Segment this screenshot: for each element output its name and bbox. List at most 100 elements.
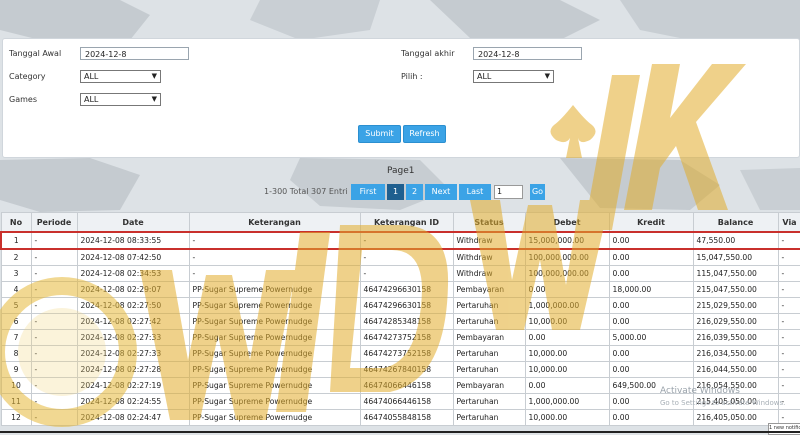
games-label: Games: [9, 95, 37, 104]
next-page-button[interactable]: Next: [425, 184, 457, 200]
cell-debet: 100,000,000.00: [524, 248, 610, 266]
cell-balance: 216,039,550.00: [692, 329, 779, 346]
cell-keterangan-id[interactable]: 46474066446158: [359, 393, 454, 410]
last-page-button[interactable]: Last: [459, 184, 491, 200]
cell-keterangan-id[interactable]: 46474055848158: [359, 409, 454, 426]
col-header-keterangan[interactable]: Keterangan: [188, 212, 361, 233]
cell-kredit: 0.00: [608, 345, 694, 362]
cell-debet: 0.00: [524, 281, 610, 298]
col-header-keterangan-id[interactable]: Keterangan ID: [359, 212, 454, 233]
pilih-select[interactable]: ALL ▼: [473, 70, 554, 83]
category-label: Category: [9, 72, 46, 81]
cell-keterangan-id[interactable]: 46474296630158: [359, 297, 454, 314]
cell-date: 2024-12-08 08:33:55: [76, 231, 190, 250]
cell-periode: -: [30, 281, 78, 298]
cell-via: -: [777, 281, 800, 298]
activate-windows-title: Activate Windows: [660, 386, 740, 396]
pilih-select-value: ALL: [477, 72, 492, 81]
total-entries-label: 1-300 Total 307 Entri: [264, 187, 348, 196]
games-select[interactable]: ALL ▼: [80, 93, 161, 106]
col-header-status[interactable]: Status: [452, 212, 526, 233]
chevron-down-icon: ▼: [544, 72, 550, 80]
col-header-debet[interactable]: Debet: [524, 212, 610, 233]
cell-keterangan-id[interactable]: 46474273752158: [359, 345, 454, 362]
table-row[interactable]: 12-2024-12-08 02:24:47 PP-Sugar Supreme P…: [0, 409, 800, 426]
cell-periode: -: [30, 297, 78, 314]
page-2-button[interactable]: 2: [406, 184, 423, 200]
col-header-no[interactable]: No: [0, 212, 32, 233]
table-row[interactable]: 6-2024-12-08 02:27:42 PP-Sugar Supreme Po…: [0, 313, 800, 330]
cell-status: Withdraw: [452, 231, 526, 250]
cell-balance: 47,550.00: [692, 231, 779, 250]
tanggal-awal-input[interactable]: 2024-12-8: [80, 47, 189, 60]
page-1-button[interactable]: 1: [387, 184, 404, 200]
cell-keterangan-id[interactable]: 46474267840158: [359, 361, 454, 378]
tanggal-akhir-input[interactable]: 2024-12-8: [473, 47, 582, 60]
cell-no: 5: [0, 297, 32, 314]
cell-kredit: 0.00: [608, 231, 694, 250]
first-page-button[interactable]: First: [351, 184, 385, 200]
cell-kredit: 0.00: [608, 265, 694, 282]
cell-no: 6: [0, 313, 32, 330]
goto-page-input[interactable]: 1: [494, 185, 523, 199]
table-row[interactable]: 3-2024-12-08 02:34:53- - Withdraw 100,000,0…: [0, 265, 800, 282]
category-select-value: ALL: [84, 72, 99, 81]
cell-keterangan: -: [188, 248, 361, 266]
cell-balance: 216,034,550.00: [692, 345, 779, 362]
cell-date: 2024-12-08 02:27:42: [76, 313, 190, 330]
cell-keterangan-id[interactable]: 46474066446158: [359, 377, 454, 394]
col-header-periode[interactable]: Periode: [30, 212, 78, 233]
cell-date: 2024-12-08 02:24:47: [76, 409, 190, 426]
table-row[interactable]: 2-2024-12-08 07:42:50- - Withdraw 100,000,0…: [0, 248, 800, 266]
cell-periode: -: [30, 393, 78, 410]
submit-button[interactable]: Submit: [358, 125, 401, 143]
tanggal-awal-label: Tanggal Awal: [9, 49, 62, 58]
table-row[interactable]: 5-2024-12-08 02:27:50 PP-Sugar Supreme Po…: [0, 297, 800, 314]
cell-keterangan-id[interactable]: 46474285348158: [359, 313, 454, 330]
col-header-kredit[interactable]: Kredit: [608, 212, 694, 233]
cell-date: 2024-12-08 02:27:33: [76, 329, 190, 346]
table-row[interactable]: 9-2024-12-08 02:27:28 PP-Sugar Supreme Po…: [0, 361, 800, 378]
cell-no: 12: [0, 409, 32, 426]
pilih-label: Pilih :: [401, 72, 423, 81]
cell-periode: -: [30, 231, 78, 250]
cell-periode: -: [30, 361, 78, 378]
cell-via: -: [777, 265, 800, 282]
cell-date: 2024-12-08 07:42:50: [76, 248, 190, 266]
cell-kredit: 0.00: [608, 248, 694, 266]
cell-periode: -: [30, 409, 78, 426]
cell-kredit: 0.00: [608, 297, 694, 314]
cell-status: Pertaruhan: [452, 409, 526, 426]
table-row[interactable]: 7-2024-12-08 02:27:33 PP-Sugar Supreme Po…: [0, 329, 800, 346]
table-row[interactable]: 1-2024-12-08 08:33:55- - Withdraw 15,000,00…: [0, 231, 800, 250]
cell-status: Pembayaran: [452, 281, 526, 298]
col-header-via[interactable]: Via: [777, 212, 800, 233]
table-row[interactable]: 8-2024-12-08 02:27:33 PP-Sugar Supreme Po…: [0, 345, 800, 362]
cell-keterangan-id[interactable]: 46474273752158: [359, 329, 454, 346]
cell-debet: 10,000.00: [524, 313, 610, 330]
cell-status: Pertaruhan: [452, 297, 526, 314]
cell-no: 8: [0, 345, 32, 362]
col-header-balance[interactable]: Balance: [692, 212, 779, 233]
cell-keterangan-id: -: [359, 265, 454, 282]
refresh-button[interactable]: Refresh: [403, 125, 446, 143]
category-select[interactable]: ALL ▼: [80, 70, 161, 83]
cell-balance: 215,047,550.00: [692, 281, 779, 298]
chevron-down-icon: ▼: [151, 95, 157, 103]
table-row[interactable]: 4-2024-12-08 02:29:07 PP-Sugar Supreme Po…: [0, 281, 800, 298]
activate-windows-subtitle: Go to Settings to activate Windows.: [660, 399, 786, 407]
cell-status: Pertaruhan: [452, 345, 526, 362]
cell-kredit: 0.00: [608, 361, 694, 378]
cell-via: -: [777, 329, 800, 346]
cell-no: 11: [0, 393, 32, 410]
notification-badge[interactable]: 1 new notification: [768, 423, 800, 435]
cell-keterangan-id[interactable]: 46474296630158: [359, 281, 454, 298]
go-button[interactable]: Go: [530, 184, 545, 200]
cell-debet: 10,000.00: [524, 409, 610, 426]
cell-debet: 1,000,000.00: [524, 393, 610, 410]
col-header-date[interactable]: Date: [76, 212, 190, 233]
cell-keterangan: -: [188, 231, 361, 250]
cell-periode: -: [30, 329, 78, 346]
cell-balance: 15,047,550.00: [692, 248, 779, 266]
cell-date: 2024-12-08 02:34:53: [76, 265, 190, 282]
